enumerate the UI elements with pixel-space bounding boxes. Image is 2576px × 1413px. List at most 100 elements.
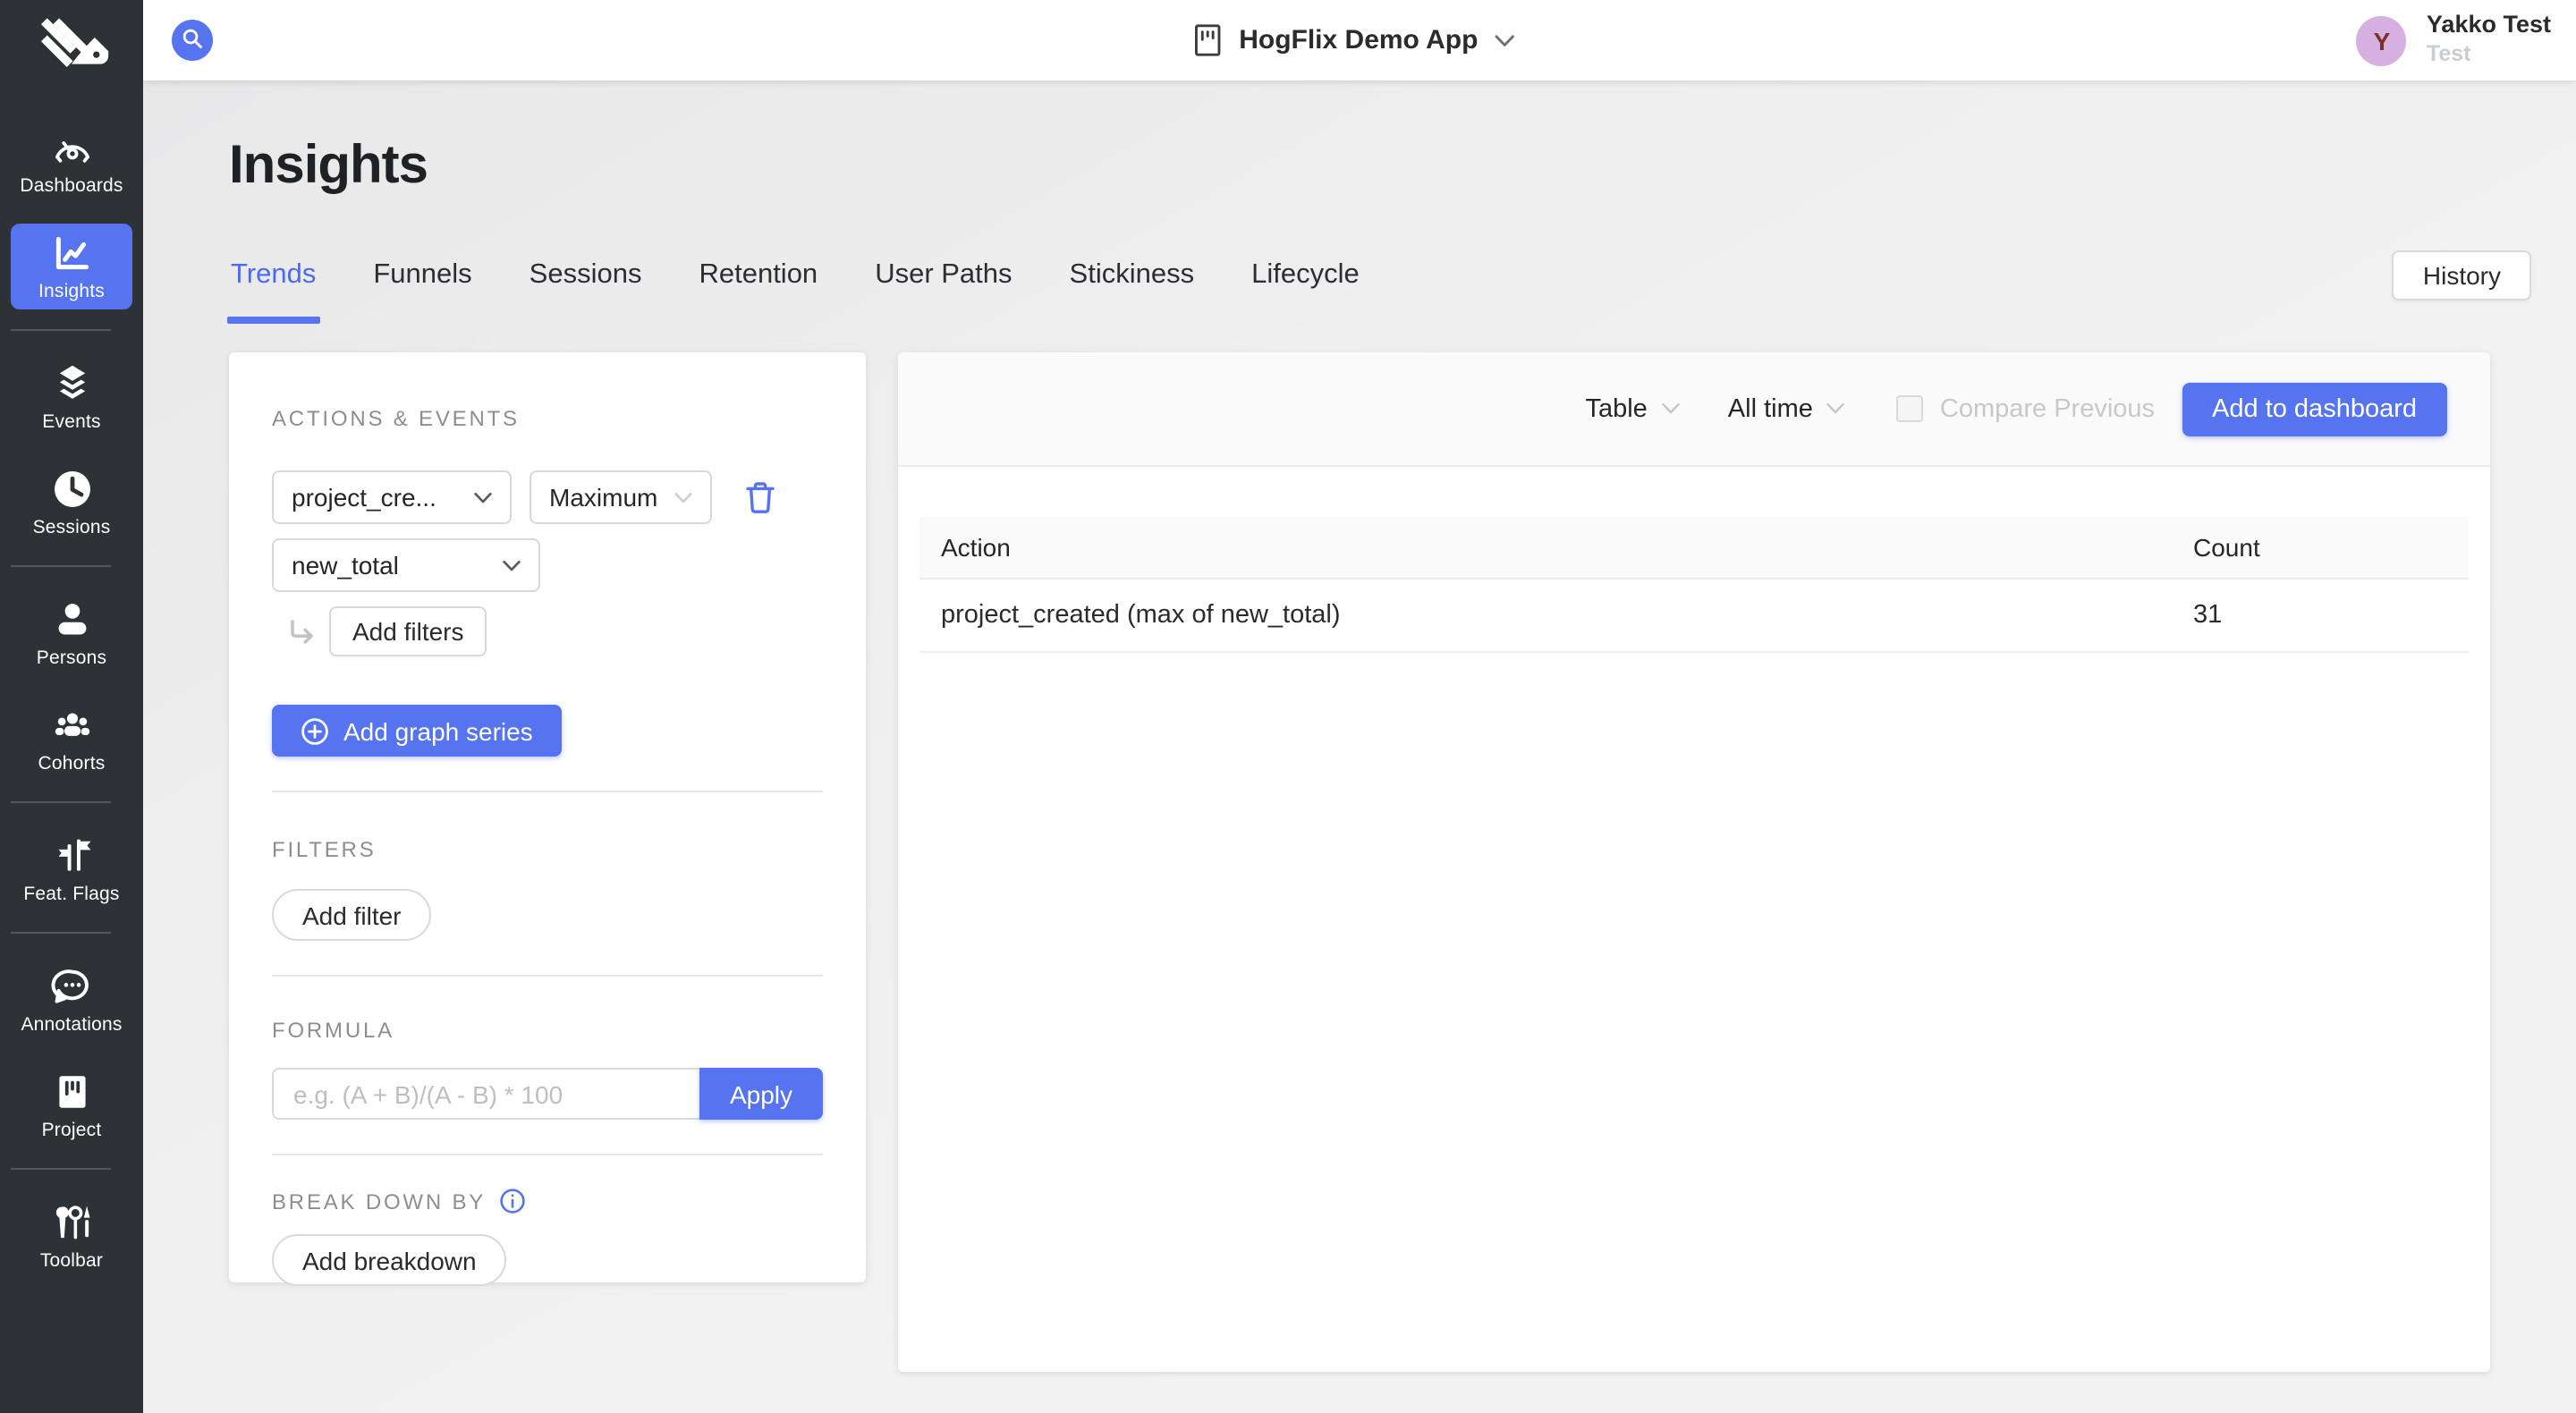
chevron-down-icon xyxy=(474,491,492,503)
search-icon xyxy=(179,24,206,56)
compare-label: Compare Previous xyxy=(1940,394,2155,423)
project-switcher[interactable]: HogFlix Demo App xyxy=(1192,0,1513,80)
event-select-value: project_cre... xyxy=(292,483,436,512)
tab-lifecycle[interactable]: Lifecycle xyxy=(1251,259,1360,324)
flag-icon xyxy=(49,833,94,878)
table-row: project_created (max of new_total) 31 xyxy=(919,578,2469,651)
sidebar-divider xyxy=(11,329,111,331)
history-button[interactable]: History xyxy=(2393,250,2531,300)
property-select[interactable]: new_total xyxy=(272,538,540,592)
view-type-select[interactable]: Table xyxy=(1585,394,1679,423)
sidebar-divider xyxy=(11,565,111,567)
sidebar-item-dashboards[interactable]: Dashboards xyxy=(11,118,132,204)
sidebar-item-annotations[interactable]: Annotations xyxy=(11,957,132,1043)
delete-series-button[interactable] xyxy=(742,478,778,516)
page-title: Insights xyxy=(229,134,428,199)
insight-results-panel: Table All time Compare Previous Add to d… xyxy=(898,352,2490,1372)
sidebar-item-label: Insights xyxy=(38,281,105,302)
date-range-value: All time xyxy=(1728,394,1813,423)
table-header-row: Action Count xyxy=(919,517,2469,578)
sidebar-item-label: Toolbar xyxy=(40,1250,103,1272)
divider xyxy=(272,975,823,977)
event-select[interactable]: project_cre... xyxy=(272,470,512,524)
tab-retention[interactable]: Retention xyxy=(699,259,818,324)
sidebar-item-cohorts[interactable]: Cohorts xyxy=(11,696,132,782)
column-header-action: Action xyxy=(919,517,2172,578)
results-toolbar: Table All time Compare Previous Add to d… xyxy=(898,352,2490,467)
sidebar-item-label: Annotations xyxy=(21,1014,122,1036)
project-switcher-label: HogFlix Demo App xyxy=(1239,25,1478,55)
app-window: Dashboards Insights Events Sessions Persons C… xyxy=(0,0,2576,1413)
sidebar-item-label: Sessions xyxy=(33,517,111,538)
compare-previous-toggle[interactable]: Compare Previous xyxy=(1897,394,2155,423)
sidebar-item-feat-flags[interactable]: Feat. Flags xyxy=(11,826,132,912)
filters-label: FILTERS xyxy=(272,837,377,862)
user-name: Yakko Test xyxy=(2427,12,2551,42)
plus-circle-icon xyxy=(301,716,329,745)
trash-icon xyxy=(742,478,778,516)
layers-icon xyxy=(49,361,94,406)
project-icon xyxy=(49,1070,94,1114)
user-menu[interactable]: Y Yakko Test Test xyxy=(2357,0,2551,80)
project-outline-icon xyxy=(1192,23,1223,57)
cell-action: project_created (max of new_total) xyxy=(919,578,2172,651)
divider xyxy=(272,1154,823,1155)
sidebar-divider xyxy=(11,932,111,934)
formula-input[interactable] xyxy=(272,1068,699,1120)
sidebar-item-label: Feat. Flags xyxy=(23,884,119,905)
line-chart-icon xyxy=(49,231,94,275)
search-button[interactable] xyxy=(172,20,213,61)
tab-trends[interactable]: Trends xyxy=(231,259,316,324)
sidebar-item-project[interactable]: Project xyxy=(11,1062,132,1148)
sidebar-item-label: Project xyxy=(42,1120,102,1141)
info-icon[interactable] xyxy=(498,1188,525,1214)
tab-user-paths[interactable]: User Paths xyxy=(875,259,1012,324)
gauge-icon xyxy=(49,125,94,170)
actions-events-label: ACTIONS & EVENTS xyxy=(272,406,823,431)
message-icon xyxy=(49,964,94,1009)
add-filters-button[interactable]: Add filters xyxy=(329,606,487,656)
sidebar-item-insights[interactable]: Insights xyxy=(11,224,132,309)
compare-checkbox[interactable] xyxy=(1897,395,1924,422)
math-select[interactable]: Maximum xyxy=(530,470,712,524)
chevron-down-icon xyxy=(1827,402,1845,415)
sidebar-item-label: Persons xyxy=(37,647,106,669)
avatar: Y xyxy=(2357,15,2407,65)
user-org: Test xyxy=(2427,41,2551,69)
chevron-down-icon xyxy=(503,559,521,571)
sidebar-nav: Dashboards Insights Events Sessions Persons C… xyxy=(11,118,132,1299)
sidebar-item-sessions[interactable]: Sessions xyxy=(11,460,132,546)
clock-icon xyxy=(49,467,94,512)
cell-count: 31 xyxy=(2172,578,2469,651)
insight-tabs: Trends Funnels Sessions Retention User Paths… xyxy=(231,259,1360,324)
main-content: Insights Trends Funnels Sessions Retention U… xyxy=(143,80,2576,1413)
column-header-count: Count xyxy=(2172,517,2469,578)
sidebar-item-persons[interactable]: Persons xyxy=(11,590,132,676)
sidebar-item-label: Dashboards xyxy=(20,175,123,197)
sidebar-divider xyxy=(11,801,111,803)
tab-stickiness[interactable]: Stickiness xyxy=(1070,259,1195,324)
tab-funnels[interactable]: Funnels xyxy=(373,259,471,324)
add-to-dashboard-button[interactable]: Add to dashboard xyxy=(2182,382,2447,436)
divider xyxy=(272,791,823,792)
sidebar-divider xyxy=(11,1168,111,1170)
sidebar-item-toolbar[interactable]: Toolbar xyxy=(11,1193,132,1279)
chevron-down-icon xyxy=(1494,33,1513,47)
users-icon xyxy=(49,703,94,748)
sidebar-item-events[interactable]: Events xyxy=(11,354,132,440)
add-breakdown-button[interactable]: Add breakdown xyxy=(272,1234,507,1286)
add-graph-series-button[interactable]: Add graph series xyxy=(272,705,562,757)
results-table: Action Count project_created (max of new… xyxy=(919,517,2469,652)
add-filter-button[interactable]: Add filter xyxy=(272,889,432,941)
tab-sessions[interactable]: Sessions xyxy=(530,259,642,324)
sidebar: Dashboards Insights Events Sessions Persons C… xyxy=(0,0,143,1413)
apply-formula-button[interactable]: Apply xyxy=(699,1068,823,1120)
branch-arrow-icon xyxy=(286,616,317,647)
sidebar-item-label: Cohorts xyxy=(38,753,106,774)
date-range-select[interactable]: All time xyxy=(1728,394,1845,423)
breakdown-label: BREAK DOWN BY xyxy=(272,1189,486,1214)
tools-icon xyxy=(49,1200,94,1245)
math-select-value: Maximum xyxy=(549,483,657,512)
view-type-value: Table xyxy=(1585,394,1647,423)
posthog-logo-icon xyxy=(30,16,113,84)
